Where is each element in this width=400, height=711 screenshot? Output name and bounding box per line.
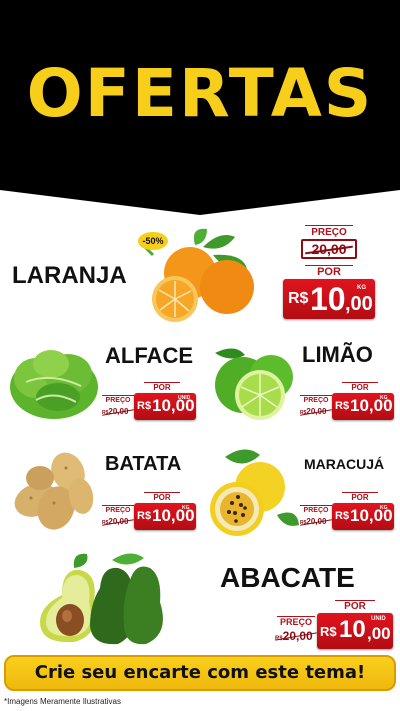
potato-icon <box>14 452 94 530</box>
new-price: R$ 10,00 KG <box>332 393 394 420</box>
price-tag-alface: PREÇO R$20,00 POR R$ 10,00 UNID <box>102 382 196 422</box>
passion-fruit-icon <box>210 449 299 536</box>
product-name-abacate: ABACATE <box>220 562 355 593</box>
lettuce-icon <box>10 350 98 419</box>
price-tag-abacate: PREÇO R$20,00 POR R$ 10 ,00 UNID <box>275 600 393 652</box>
new-price: R$ 10,00 KG <box>134 503 196 530</box>
header-banner: OFERTAS <box>0 0 400 215</box>
old-price: R$20,00 <box>275 628 317 644</box>
new-price: R$ 10,00 KG <box>332 503 394 530</box>
price-tag-laranja: PREÇO 20,00 POR R$ 10 ,00 KG <box>283 225 388 325</box>
product-name-laranja: LARANJA <box>12 262 127 289</box>
old-price: R$20,00 <box>300 516 332 527</box>
product-name-batata: BATATA <box>105 453 182 475</box>
lime-icon <box>215 348 293 420</box>
avocado-icon <box>40 553 163 645</box>
disclaimer-note: *Imagens Meramente Ilustrativas <box>0 695 400 711</box>
old-price: R$20,00 <box>102 406 134 417</box>
product-name-alface: ALFACE <box>105 343 193 368</box>
product-name-maracuja: MARACUJÁ <box>304 456 385 472</box>
old-price: R$20,00 <box>300 406 332 417</box>
new-price: R$ 10 ,00 KG <box>283 279 375 319</box>
por-label: POR <box>305 265 353 279</box>
old-price: R$20,00 <box>102 516 134 527</box>
price-tag-maracuja: PREÇO R$20,00 POR R$ 10,00 KG <box>300 492 394 532</box>
product-name-limao: LIMÃO <box>302 342 373 367</box>
new-price: R$ 10,00 UNID <box>134 393 196 420</box>
discount-badge: -50% <box>138 232 168 250</box>
price-tag-batata: PREÇO R$20,00 POR R$ 10,00 KG <box>102 492 196 532</box>
new-price: R$ 10 ,00 UNID <box>317 613 393 649</box>
price-tag-limao: PREÇO R$20,00 POR R$ 10,00 KG <box>300 382 394 422</box>
create-flyer-button[interactable]: Crie seu encarte com este tema! <box>4 655 396 691</box>
old-price: 20,00 <box>303 241 355 257</box>
page-title: OFERTAS <box>26 55 374 132</box>
preco-label: PREÇO <box>305 225 353 239</box>
